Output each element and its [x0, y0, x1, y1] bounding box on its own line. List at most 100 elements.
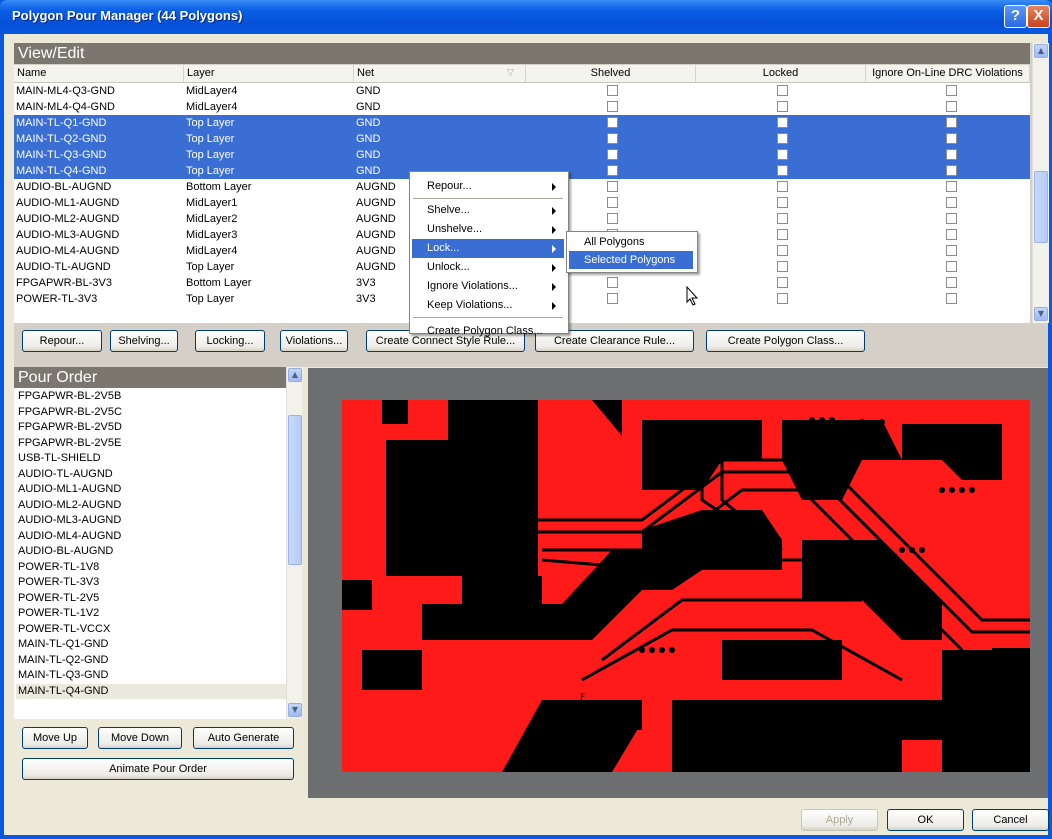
column-name[interactable]: Name: [14, 65, 184, 82]
list-item[interactable]: POWER-TL-1V2: [16, 606, 286, 621]
shelved-checkbox[interactable]: [607, 101, 618, 112]
column-layer[interactable]: Layer: [184, 65, 354, 82]
column-locked[interactable]: Locked: [696, 65, 866, 82]
list-item[interactable]: POWER-TL-3V3: [16, 575, 286, 590]
move-up-button[interactable]: Move Up: [22, 727, 88, 749]
menu-item[interactable]: Repour...: [412, 177, 564, 196]
locked-checkbox[interactable]: [777, 149, 788, 160]
list-item[interactable]: USB-TL-SHIELD: [16, 451, 286, 466]
submenu-item[interactable]: All Polygons: [569, 233, 693, 251]
shelved-checkbox[interactable]: [607, 165, 618, 176]
locked-checkbox[interactable]: [777, 117, 788, 128]
table-row[interactable]: MAIN-ML4-Q3-GND MidLayer4 GND: [14, 83, 1030, 99]
menu-item[interactable]: Keep Violations...: [412, 296, 564, 315]
locked-checkbox[interactable]: [777, 261, 788, 272]
filter-icon[interactable]: ▽: [507, 68, 514, 78]
scroll-thumb[interactable]: [288, 415, 302, 565]
list-item[interactable]: FPGAPWR-BL-2V5C: [16, 405, 286, 420]
menu-item[interactable]: Unlock...: [412, 258, 564, 277]
list-item[interactable]: MAIN-TL-Q1-GND: [16, 637, 286, 652]
list-item[interactable]: AUDIO-BL-AUGND: [16, 544, 286, 559]
table-row[interactable]: MAIN-ML4-Q4-GND MidLayer4 GND: [14, 99, 1030, 115]
menu-item[interactable]: Create Polygon Class...: [412, 322, 564, 341]
shelved-checkbox[interactable]: [607, 85, 618, 96]
list-item[interactable]: MAIN-TL-Q4-GND: [16, 683, 286, 699]
locked-checkbox[interactable]: [777, 165, 788, 176]
locked-checkbox[interactable]: [777, 277, 788, 288]
submenu-item[interactable]: Selected Polygons: [569, 251, 693, 269]
shelving-button[interactable]: Shelving...: [110, 330, 178, 352]
list-item[interactable]: POWER-TL-1V8: [16, 560, 286, 575]
ignore-drc-checkbox[interactable]: [946, 149, 957, 160]
ignore-drc-checkbox[interactable]: [946, 277, 957, 288]
list-item[interactable]: MAIN-TL-Q3-GND: [16, 668, 286, 683]
ignore-drc-checkbox[interactable]: [946, 197, 957, 208]
list-item[interactable]: POWER-TL-2V5: [16, 591, 286, 606]
list-item[interactable]: POWER-TL-VCCX: [16, 622, 286, 637]
list-item[interactable]: FPGAPWR-BL-2V5B: [16, 389, 286, 404]
shelved-checkbox[interactable]: [607, 133, 618, 144]
table-row[interactable]: MAIN-TL-Q1-GND Top Layer GND: [14, 115, 1030, 131]
ignore-drc-checkbox[interactable]: [946, 117, 957, 128]
shelved-checkbox[interactable]: [607, 149, 618, 160]
create-polygon-class-button[interactable]: Create Polygon Class...: [706, 330, 865, 352]
scroll-thumb[interactable]: [1034, 171, 1048, 243]
column-shelved[interactable]: Shelved: [526, 65, 696, 82]
scroll-up-icon[interactable]: ▲: [288, 368, 302, 382]
locked-checkbox[interactable]: [777, 229, 788, 240]
ignore-drc-checkbox[interactable]: [946, 165, 957, 176]
ignore-drc-checkbox[interactable]: [946, 85, 957, 96]
menu-item[interactable]: Unshelve...: [412, 220, 564, 239]
shelved-checkbox[interactable]: [607, 277, 618, 288]
shelved-checkbox[interactable]: [607, 181, 618, 192]
locking-button[interactable]: Locking...: [195, 330, 265, 352]
list-item[interactable]: AUDIO-ML2-AUGND: [16, 498, 286, 513]
ignore-drc-checkbox[interactable]: [946, 133, 957, 144]
locked-checkbox[interactable]: [777, 293, 788, 304]
scroll-down-icon[interactable]: ▼: [1034, 307, 1048, 321]
violations-button[interactable]: Violations...: [280, 330, 348, 352]
cancel-button[interactable]: Cancel: [972, 809, 1049, 831]
column-net[interactable]: Net: [354, 65, 526, 82]
scroll-up-icon[interactable]: ▲: [1034, 44, 1048, 58]
list-item[interactable]: AUDIO-ML4-AUGND: [16, 529, 286, 544]
list-item[interactable]: AUDIO-ML1-AUGND: [16, 482, 286, 497]
locked-checkbox[interactable]: [777, 101, 788, 112]
ignore-drc-checkbox[interactable]: [946, 245, 957, 256]
title-bar[interactable]: Polygon Pour Manager (44 Polygons) ? X: [0, 0, 1052, 34]
auto-generate-button[interactable]: Auto Generate: [193, 727, 294, 749]
shelved-checkbox[interactable]: [607, 293, 618, 304]
locked-checkbox[interactable]: [777, 181, 788, 192]
shelved-checkbox[interactable]: [607, 117, 618, 128]
list-item[interactable]: FPGAPWR-BL-2V5E: [16, 436, 286, 451]
menu-item[interactable]: Shelve...: [412, 201, 564, 220]
ok-button[interactable]: OK: [887, 809, 964, 831]
ignore-drc-checkbox[interactable]: [946, 229, 957, 240]
ignore-drc-checkbox[interactable]: [946, 101, 957, 112]
apply-button[interactable]: Apply: [801, 809, 878, 831]
close-button[interactable]: X: [1027, 5, 1050, 28]
locked-checkbox[interactable]: [777, 245, 788, 256]
menu-item[interactable]: Lock...: [412, 239, 564, 258]
ignore-drc-checkbox[interactable]: [946, 181, 957, 192]
locked-checkbox[interactable]: [777, 197, 788, 208]
move-down-button[interactable]: Move Down: [98, 727, 182, 749]
ignore-drc-checkbox[interactable]: [946, 213, 957, 224]
list-item[interactable]: FPGAPWR-BL-2V5D: [16, 420, 286, 435]
list-item[interactable]: AUDIO-TL-AUGND: [16, 467, 286, 482]
repour-button[interactable]: Repour...: [22, 330, 102, 352]
menu-item[interactable]: Ignore Violations...: [412, 277, 564, 296]
help-button[interactable]: ?: [1004, 5, 1027, 28]
ignore-drc-checkbox[interactable]: [946, 293, 957, 304]
grid-scrollbar[interactable]: ▲ ▼: [1032, 43, 1049, 323]
table-row[interactable]: MAIN-TL-Q3-GND Top Layer GND: [14, 147, 1030, 163]
pour-order-list[interactable]: FPGAPWR-BL-2V5B FPGAPWR-BL-2V5C FPGAPWR-BL…: [14, 389, 286, 719]
scroll-down-icon[interactable]: ▼: [288, 703, 302, 717]
shelved-checkbox[interactable]: [607, 197, 618, 208]
table-row[interactable]: MAIN-TL-Q2-GND Top Layer GND: [14, 131, 1030, 147]
locked-checkbox[interactable]: [777, 85, 788, 96]
list-item[interactable]: AUDIO-ML3-AUGND: [16, 513, 286, 528]
ignore-drc-checkbox[interactable]: [946, 261, 957, 272]
shelved-checkbox[interactable]: [607, 213, 618, 224]
locked-checkbox[interactable]: [777, 133, 788, 144]
